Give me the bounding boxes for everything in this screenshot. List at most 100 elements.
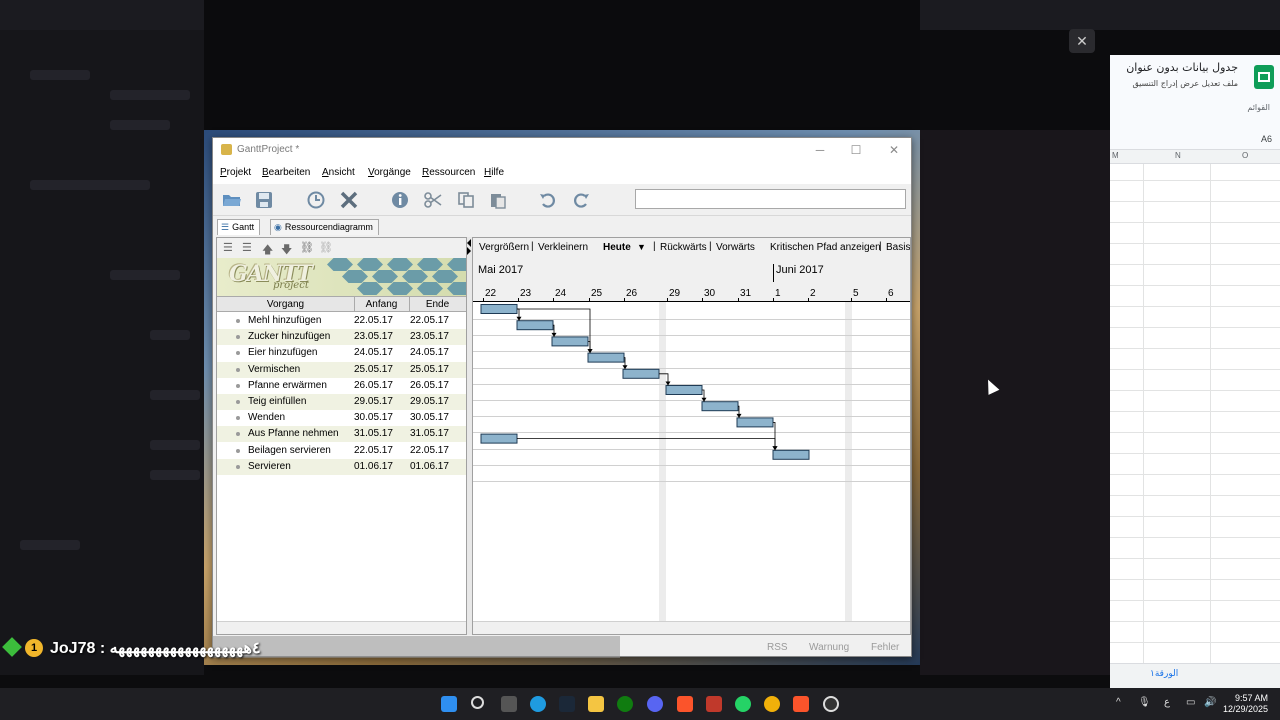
brave-beta-icon[interactable] [793,696,809,712]
link-icon[interactable]: ⛓ [300,241,314,254]
minimize-button[interactable]: ─ [805,141,835,159]
windows-start-icon[interactable] [441,696,457,712]
whatsapp-icon[interactable] [735,696,751,712]
column-header-o[interactable]: O [1242,151,1248,160]
gantt-bar[interactable] [480,433,518,444]
table-row[interactable]: Aus Pfanne nehmen 31.05.17 31.05.17 [217,426,466,443]
indent-icon[interactable]: ☰ [242,241,252,254]
chart-horizontal-scrollbar[interactable] [473,621,910,634]
critical-path-button[interactable]: Kritischen Pfad anzeigen [770,242,881,253]
gantt-bar[interactable] [701,401,739,412]
undo-icon[interactable] [537,189,559,211]
discord-icon[interactable] [647,696,663,712]
table-row[interactable]: Vermischen 25.05.17 25.05.17 [217,361,466,378]
tab-gantt[interactable]: ☰ Gantt [217,219,261,235]
overlay-close-button[interactable]: ✕ [1069,29,1095,53]
task-name: Beilagen servieren [248,444,331,456]
column-header-m[interactable]: M [1112,151,1119,160]
info-icon[interactable] [389,189,411,211]
baseline-button[interactable]: Basisp [886,242,910,253]
menu-vorgaenge[interactable]: Vorgänge [368,167,411,178]
tab-ressourcendiagramm[interactable]: ◉ Ressourcendiagramm [270,219,379,235]
task-view-icon[interactable] [501,696,517,712]
menu-hilfe[interactable]: Hilfe [484,167,504,178]
menu-ansicht[interactable]: Ansicht [322,167,355,178]
search-input[interactable] [635,189,906,209]
cut-icon[interactable] [422,189,444,211]
save-icon[interactable] [253,189,275,211]
network-icon[interactable]: ▭ [1186,697,1195,708]
zoom-in-button[interactable]: Vergrößern [479,242,529,253]
xbox-icon[interactable] [617,696,633,712]
language-icon[interactable]: ع [1164,697,1170,708]
column-header-anfang[interactable]: Anfang [354,299,409,310]
table-row[interactable]: Servieren 01.06.17 01.06.17 [217,458,466,475]
menu-bearbeiten[interactable]: Bearbeiten [262,167,310,178]
menu-ressourcen[interactable]: Ressourcen [422,167,475,178]
notepad-icon[interactable] [706,696,722,712]
gantt-bar[interactable] [480,304,518,314]
obs-icon[interactable] [823,696,839,712]
forward-button[interactable]: Vorwärts [716,242,755,253]
spreadsheet-title[interactable]: جدول بيانات بدون عنوان [1126,61,1238,74]
collapse-right-icon[interactable] [467,247,471,255]
warning-link[interactable]: Warnung [809,642,849,653]
table-row[interactable]: Zucker hinzufügen 23.05.17 23.05.17 [217,329,466,346]
gantt-bar[interactable] [516,320,554,331]
zoom-out-button[interactable]: Verkleinern [538,242,588,253]
error-link[interactable]: Fehler [871,642,899,653]
gantt-bar[interactable] [665,385,703,395]
tray-chevron-icon[interactable]: ^ [1116,697,1121,708]
gantt-bar[interactable] [772,449,810,460]
gantt-bar[interactable] [622,368,660,379]
paste-icon[interactable] [487,189,509,211]
delete-icon[interactable] [338,189,360,211]
gantt-bar[interactable] [587,352,625,363]
table-row[interactable]: Eier hinzufügen 24.05.17 24.05.17 [217,345,466,361]
task-bullet-icon [236,335,240,340]
open-folder-icon[interactable] [221,189,243,211]
brave-icon[interactable] [677,696,693,712]
gantt-bar[interactable] [551,336,589,347]
table-row[interactable]: Teig einfüllen 29.05.17 29.05.17 [217,394,466,410]
ganttproject-app-icon [221,144,232,155]
edge-icon[interactable] [530,696,546,712]
table-row[interactable]: Beilagen servieren 22.05.17 22.05.17 [217,443,466,459]
title-bar[interactable]: GanttProject * ─ ☐ ✕ [213,138,911,162]
gantt-bar[interactable] [736,417,774,428]
unlink-icon[interactable]: ⛓ [319,241,333,254]
column-header-vorgang[interactable]: Vorgang [217,299,354,310]
badge-icon: 1 [25,639,43,657]
maximize-button[interactable]: ☐ [841,141,871,159]
spreadsheet-search[interactable]: القوائم [1247,103,1270,112]
steam-icon[interactable] [559,696,575,712]
tree-horizontal-scrollbar[interactable] [217,621,466,634]
table-row[interactable]: Pfanne erwärmen 26.05.17 26.05.17 [217,378,466,394]
file-explorer-icon[interactable] [588,696,604,712]
back-button[interactable]: Rückwärts [660,242,707,253]
collapse-left-icon[interactable] [467,239,471,247]
clock[interactable]: 9:57 AM 12/29/2025 [1223,693,1268,715]
ganttproject-logo: GANTT project [217,258,466,296]
microphone-icon[interactable]: 🎙 [1138,697,1151,708]
spreadsheet-menu[interactable]: ملف تعديل عرض إدراج التنسيق [1132,79,1238,88]
copy-icon[interactable] [455,189,477,211]
chrome-icon[interactable] [764,696,780,712]
table-row[interactable]: Mehl hinzufügen 22.05.17 22.05.17 [217,313,466,329]
today-button[interactable]: Heute [603,242,631,253]
search-icon[interactable] [471,696,484,709]
chevron-down-icon[interactable]: ▼ [637,242,646,252]
close-button[interactable]: ✕ [879,141,909,159]
menu-projekt[interactable]: Projekt [220,167,251,178]
redo-icon[interactable] [570,189,592,211]
history-icon[interactable] [305,189,327,211]
sheets-logo-icon[interactable] [1254,65,1274,89]
volume-icon[interactable]: 🔊 [1204,697,1216,708]
outdent-icon[interactable]: ☰ [223,241,233,254]
column-header-ende[interactable]: Ende [409,299,466,310]
table-row[interactable]: Wenden 30.05.17 30.05.17 [217,410,466,426]
rss-link[interactable]: RSS [767,642,788,653]
sheet-tab[interactable]: الورقة١ [1150,669,1178,679]
column-header-n[interactable]: N [1175,151,1181,160]
cell-reference[interactable]: A6 [1261,134,1272,144]
